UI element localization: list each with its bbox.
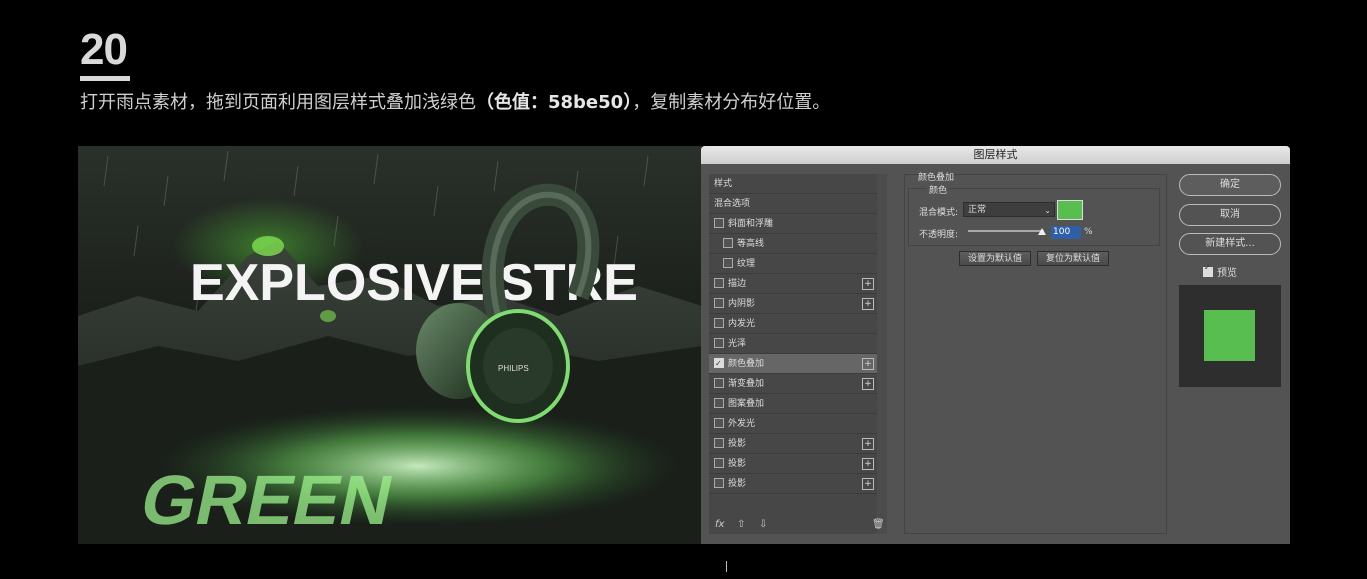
style-list-item[interactable]: 投影 +	[709, 454, 877, 474]
style-label: 颜色叠加	[728, 359, 765, 369]
step-underline	[80, 76, 130, 81]
style-label: 光泽	[728, 339, 747, 349]
step-number: 20	[80, 25, 128, 74]
style-list-item[interactable]: 光泽	[709, 334, 877, 354]
add-effect-icon[interactable]: +	[862, 298, 874, 310]
add-effect-icon[interactable]: +	[862, 458, 874, 470]
poster-bottom-word: GREEN	[135, 461, 400, 539]
add-effect-icon[interactable]: +	[862, 278, 874, 290]
style-label: 样式	[714, 179, 733, 189]
style-checkbox[interactable]	[714, 397, 724, 408]
style-checkbox[interactable]	[714, 297, 724, 308]
opacity-slider[interactable]	[968, 230, 1044, 232]
layer-style-dialog: 图层样式 样式混合选项斜面和浮雕等高线纹理描边+内阴影+内发光光泽颜色叠加+渐变…	[701, 146, 1290, 544]
style-checkbox[interactable]	[714, 277, 724, 288]
style-label: 混合选项	[714, 199, 751, 209]
style-checkbox[interactable]	[714, 477, 724, 488]
preview-box	[1179, 285, 1281, 387]
style-checkbox[interactable]	[714, 437, 724, 448]
style-list-item[interactable]: 内发光	[709, 314, 877, 334]
headphones-brand: PHILIPS	[498, 364, 529, 373]
panel-title: 颜色叠加	[918, 173, 955, 183]
style-list-item[interactable]: 投影 +	[709, 474, 877, 494]
style-list-item[interactable]: 外发光	[709, 414, 877, 434]
chevron-down-icon: ⌄	[1044, 206, 1051, 215]
style-checkbox[interactable]	[714, 457, 724, 468]
style-label: 投影	[728, 459, 747, 469]
poster-artwork: EXPLOSIVE STRE GREEN PHILIPS	[78, 150, 702, 544]
style-checkbox[interactable]	[714, 217, 724, 228]
preview-swatch	[1204, 310, 1255, 361]
style-checkbox[interactable]	[714, 377, 724, 388]
group-title: 颜色	[927, 183, 950, 196]
style-list-item[interactable]: 渐变叠加 +	[709, 374, 877, 394]
style-label: 斜面和浮雕	[728, 219, 774, 229]
style-checkbox[interactable]	[723, 257, 733, 268]
style-label: 纹理	[737, 259, 756, 269]
instruction-part-1: 打开雨点素材，拖到页面利用图层样式叠加浅绿色	[80, 92, 476, 113]
preview-check-icon	[1203, 263, 1213, 277]
add-effect-icon[interactable]: +	[862, 358, 874, 370]
style-checkbox[interactable]	[714, 354, 724, 374]
preview-label: 预览	[1217, 268, 1237, 279]
style-label: 内发光	[728, 319, 756, 329]
new-style-button[interactable]: 新建样式...	[1179, 233, 1281, 255]
instruction-text: 打开雨点素材，拖到页面利用图层样式叠加浅绿色（色值：58be50），复制素材分布…	[80, 91, 830, 115]
style-checkbox[interactable]	[714, 417, 724, 428]
style-list-item[interactable]: 样式	[709, 174, 877, 194]
style-list-item[interactable]: 图案叠加	[709, 394, 877, 414]
style-label: 渐变叠加	[728, 379, 765, 389]
style-list-item[interactable]: 斜面和浮雕	[709, 214, 877, 234]
opacity-unit: %	[1084, 227, 1093, 237]
arrow-up-icon[interactable]: ⇧	[737, 519, 745, 530]
reset-default-button[interactable]: 复位为默认值	[1037, 251, 1109, 266]
instruction-color-value: （色值：58be50）	[476, 92, 633, 113]
style-label: 等高线	[737, 239, 765, 249]
fx-icon[interactable]: fx	[715, 519, 724, 530]
style-label: 图案叠加	[728, 399, 765, 409]
dialog-title: 图层样式	[701, 146, 1290, 164]
style-list: 样式混合选项斜面和浮雕等高线纹理描边 + 内阴影 + 内发光光泽颜色叠加 + 渐变叠加 + 图案…	[709, 174, 877, 534]
style-list-footer: fx ⇧ ⇩ 🗑	[709, 516, 887, 536]
style-checkbox[interactable]	[714, 317, 724, 328]
style-list-item[interactable]: 混合选项	[709, 194, 877, 214]
opacity-label: 不透明度:	[919, 230, 959, 240]
set-default-button[interactable]: 设置为默认值	[959, 251, 1031, 266]
style-checkbox[interactable]	[723, 237, 733, 248]
ok-button[interactable]: 确定	[1179, 174, 1281, 196]
style-label: 投影	[728, 439, 747, 449]
blend-mode-label: 混合模式:	[919, 208, 959, 218]
preview-checkbox[interactable]: 预览	[1203, 263, 1237, 279]
blend-mode-value: 正常	[968, 205, 987, 215]
add-effect-icon[interactable]: +	[862, 378, 874, 390]
style-list-item[interactable]: 等高线	[709, 234, 877, 254]
opacity-input[interactable]: 100	[1051, 226, 1081, 239]
poster-headline: EXPLOSIVE STRE	[190, 254, 638, 312]
add-effect-icon[interactable]: +	[862, 478, 874, 490]
style-label: 内阴影	[728, 299, 756, 309]
arrow-down-icon[interactable]: ⇩	[759, 519, 767, 530]
style-list-item[interactable]: 颜色叠加 +	[709, 354, 877, 374]
page-divider-tick	[726, 561, 727, 572]
opacity-slider-thumb[interactable]	[1038, 228, 1046, 235]
add-effect-icon[interactable]: +	[862, 438, 874, 450]
style-list-item[interactable]: 内阴影 +	[709, 294, 877, 314]
style-label: 外发光	[728, 419, 756, 429]
style-label: 投影	[728, 479, 747, 489]
style-list-item[interactable]: 投影 +	[709, 434, 877, 454]
cancel-button[interactable]: 取消	[1179, 204, 1281, 226]
style-list-item[interactable]: 纹理	[709, 254, 877, 274]
style-list-scrollbar[interactable]	[877, 174, 887, 534]
trash-icon[interactable]: 🗑	[872, 519, 885, 530]
instruction-part-2: ，复制素材分布好位置。	[632, 92, 831, 113]
style-list-item[interactable]: 描边 +	[709, 274, 877, 294]
style-label: 描边	[728, 279, 747, 289]
blend-mode-select[interactable]: 正常 ⌄	[963, 202, 1055, 217]
poster-image: EXPLOSIVE STRE GREEN PHILIPS	[78, 146, 702, 544]
overlay-color-swatch[interactable]	[1057, 200, 1083, 220]
style-checkbox[interactable]	[714, 337, 724, 348]
